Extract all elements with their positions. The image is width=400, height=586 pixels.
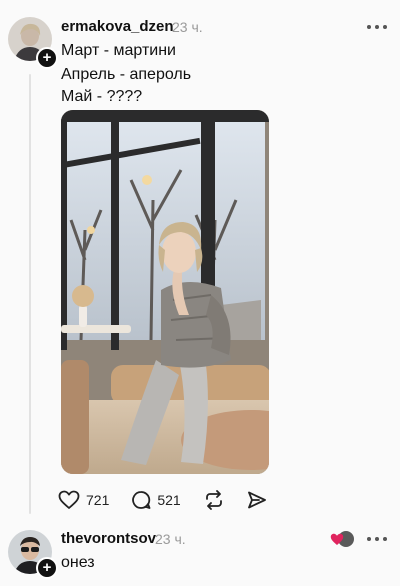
comment-count: 521 [157,492,181,508]
reply-text: онез [61,554,95,571]
author-username[interactable]: ermakova_dzen [61,18,174,35]
like-button[interactable]: 721 [58,490,109,510]
repost-button[interactable] [203,490,225,510]
more-icon[interactable] [367,24,387,30]
post-text-line-3: Май - ???? [61,88,143,105]
like-count: 721 [86,492,110,508]
follow-plus-icon[interactable]: + [36,47,58,69]
thread-connector-line [29,74,31,514]
share-icon [247,491,266,509]
repost-icon [205,490,222,510]
post-actions-bar: 721 521 [58,488,289,512]
share-button[interactable] [247,490,267,510]
post-photo[interactable] [61,110,269,474]
reply-follow-plus-icon[interactable]: + [36,557,58,579]
post-text-line-1: Март - мартини [61,42,176,59]
reply-more-icon[interactable] [367,536,387,542]
heart-badge-icon [330,530,354,550]
thread-container: + ermakova_dzen 23 ч. Март - мартини Апр… [0,0,400,586]
comment-icon [132,491,151,509]
heart-icon [58,490,80,509]
comment-button[interactable]: 521 [131,490,181,510]
post-timestamp: 23 ч. [172,19,203,35]
reply-timestamp: 23 ч. [155,531,186,547]
reply-author-username[interactable]: thevorontsov [61,530,156,547]
post-text-line-2: Апрель - апероль [61,66,192,83]
